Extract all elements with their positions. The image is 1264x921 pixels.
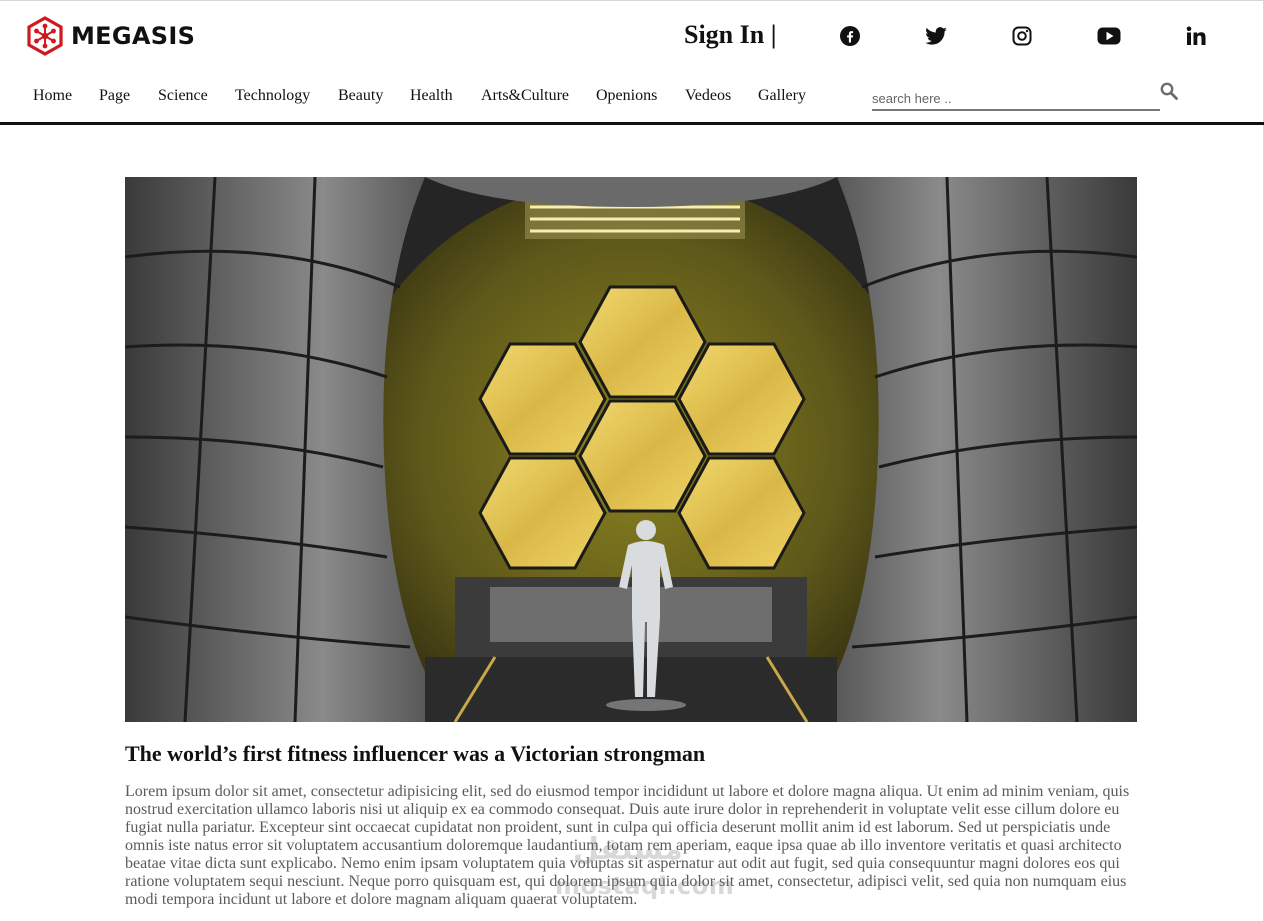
brand-name: MEGASIS bbox=[71, 22, 196, 50]
linkedin-icon[interactable] bbox=[1184, 24, 1208, 48]
instagram-icon[interactable] bbox=[1010, 24, 1034, 48]
nav-item-openions[interactable]: Openions bbox=[596, 87, 657, 105]
search-icon[interactable] bbox=[1160, 82, 1178, 100]
sign-in-link[interactable]: Sign In | bbox=[684, 20, 776, 50]
twitter-icon[interactable] bbox=[924, 24, 948, 48]
youtube-icon[interactable] bbox=[1097, 24, 1121, 48]
article-hero-image[interactable] bbox=[125, 177, 1137, 722]
main-nav: Home Page Science Technology Beauty Heal… bbox=[0, 82, 850, 112]
nav-divider bbox=[0, 122, 1264, 125]
telescope-mirror-photo bbox=[125, 177, 1137, 722]
top-bar: MEGASIS Sign In | bbox=[0, 0, 1264, 72]
brand-logo-icon bbox=[27, 16, 63, 56]
nav-item-health[interactable]: Health bbox=[410, 87, 453, 105]
nav-item-vedeos[interactable]: Vedeos bbox=[685, 87, 731, 105]
article-title[interactable]: The world’s first fitness influencer was… bbox=[125, 741, 705, 767]
nav-item-science[interactable]: Science bbox=[158, 87, 208, 105]
nav-item-technology[interactable]: Technology bbox=[235, 87, 310, 105]
facebook-icon[interactable] bbox=[838, 24, 862, 48]
search-box bbox=[872, 82, 1162, 112]
nav-item-beauty[interactable]: Beauty bbox=[338, 87, 383, 105]
nav-item-page[interactable]: Page bbox=[99, 87, 130, 105]
brand[interactable]: MEGASIS bbox=[27, 16, 195, 56]
search-input[interactable] bbox=[872, 82, 1160, 111]
nav-item-arts-culture[interactable]: Arts&Culture bbox=[481, 87, 569, 105]
nav-item-home[interactable]: Home bbox=[33, 87, 72, 105]
article-body: Lorem ipsum dolor sit amet, consectetur … bbox=[125, 783, 1130, 908]
nav-item-gallery[interactable]: Gallery bbox=[758, 87, 806, 105]
